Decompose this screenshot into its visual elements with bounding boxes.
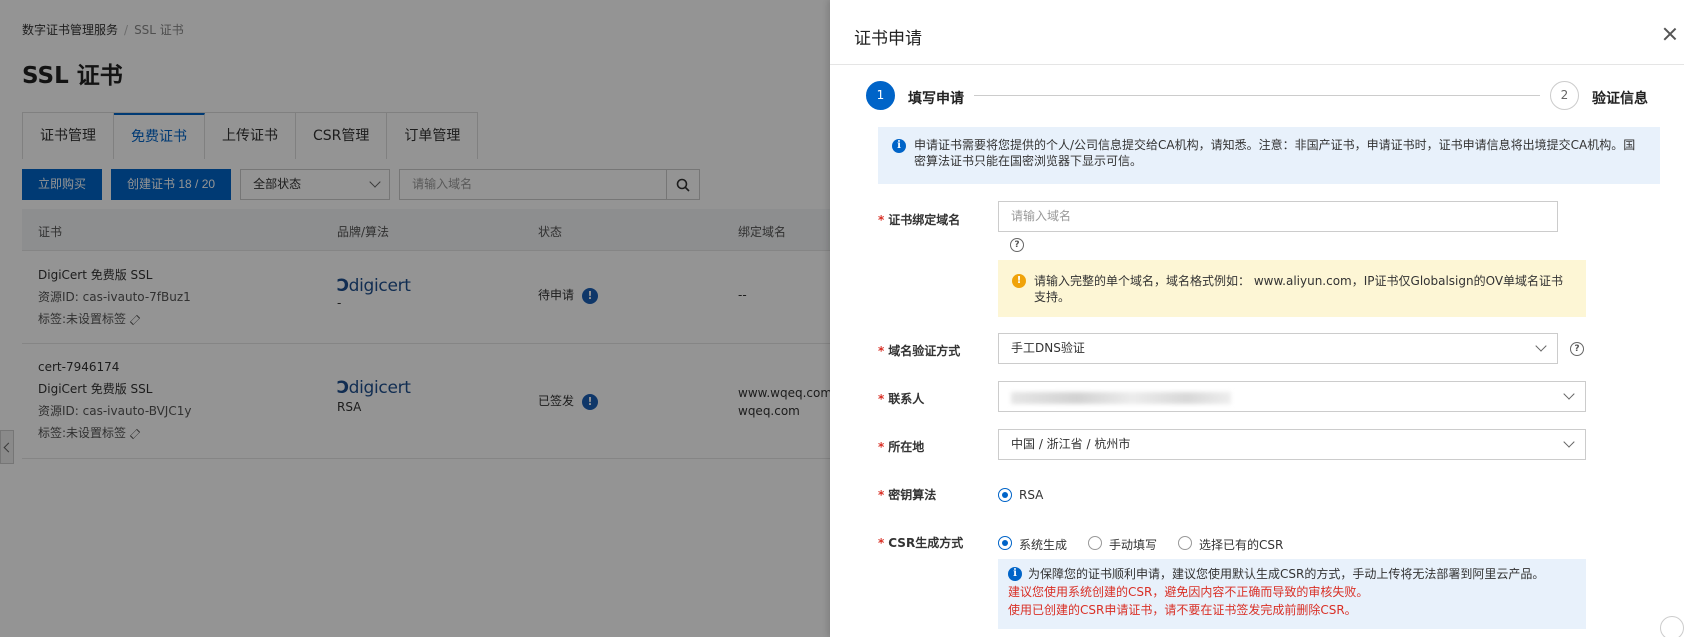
verify-method-label: * 域名验证方式 — [878, 344, 961, 358]
csr-warning-1: 建议您使用系统创建的CSR，避免因内容不正确而导致的审核失败。 — [1008, 585, 1369, 599]
feedback-icon[interactable] — [1660, 616, 1684, 637]
help-icon[interactable]: ? — [1570, 342, 1584, 356]
radio-csr-existing-label: 选择已有的CSR — [1199, 538, 1284, 552]
radio-csr-existing[interactable] — [1178, 536, 1192, 550]
notice-text: 申请证书需要将您提供的个人/公司信息提交给CA机构，请知悉。注意：非国产证书，申… — [914, 138, 1636, 168]
location-label: * 所在地 — [878, 440, 925, 454]
domain-label: * 证书绑定域名 — [878, 213, 961, 227]
step-connector — [974, 95, 1540, 96]
info-icon: i — [892, 139, 906, 153]
step-1-circle: 1 — [866, 81, 895, 110]
location-select[interactable]: 中国 / 浙江省 / 杭州市 — [998, 429, 1586, 460]
csr-info-line: i 为保障您的证书顺利申请，建议您使用默认生成CSR的方式，手动上传将无法部署到… — [1008, 565, 1572, 583]
cert-apply-drawer: 证书申请 1 填写申请 2 验证信息 i 申请证书需要将您提供的个人/公司信息提… — [830, 0, 1684, 637]
csr-info-text: 为保障您的证书顺利申请，建议您使用默认生成CSR的方式，手动上传将无法部署到阿里… — [1028, 567, 1545, 581]
step-1-label: 填写申请 — [908, 91, 964, 107]
radio-csr-system[interactable] — [998, 536, 1012, 550]
close-icon[interactable] — [1662, 26, 1678, 42]
location-value: 中国 / 浙江省 / 杭州市 — [1011, 437, 1131, 451]
chevron-down-icon — [1535, 340, 1547, 352]
verify-method-select[interactable]: 手工DNS验证 — [998, 333, 1558, 364]
chevron-down-icon — [1563, 436, 1575, 448]
verify-method-value: 手工DNS验证 — [1011, 341, 1085, 355]
info-notice: i 申请证书需要将您提供的个人/公司信息提交给CA机构，请知悉。注意：非国产证书… — [878, 127, 1660, 184]
domain-input[interactable]: 请输入域名 — [998, 201, 1558, 232]
info-icon: i — [1008, 567, 1022, 581]
step-2-circle: 2 — [1550, 81, 1579, 110]
redacted-contact — [1011, 392, 1231, 404]
domain-hint-text: 请输入完整的单个域名，域名格式例如： www.aliyun.com，IP证书仅G… — [1034, 274, 1564, 304]
domain-hint: ! 请输入完整的单个域名，域名格式例如： www.aliyun.com，IP证书… — [998, 260, 1586, 317]
contact-label: * 联系人 — [878, 392, 925, 406]
radio-rsa[interactable] — [998, 488, 1012, 502]
warning-icon: ! — [1012, 274, 1026, 288]
chevron-down-icon — [1563, 388, 1575, 400]
radio-csr-manual-label: 手动填写 — [1109, 538, 1158, 552]
divider — [830, 64, 1684, 65]
key-algo-label: * 密钥算法 — [878, 488, 937, 502]
step-2-label: 验证信息 — [1592, 91, 1648, 107]
help-icon[interactable]: ? — [1010, 238, 1024, 252]
radio-csr-manual[interactable] — [1088, 536, 1102, 550]
contact-select[interactable] — [998, 381, 1586, 412]
csr-method-label: * CSR生成方式 — [878, 536, 964, 550]
csr-warning-2: 使用已创建的CSR申请证书，请不要在证书签发完成前删除CSR。 — [1008, 603, 1357, 617]
csr-info-box: i 为保障您的证书顺利申请，建议您使用默认生成CSR的方式，手动上传将无法部署到… — [998, 559, 1586, 629]
modal-overlay[interactable] — [0, 0, 830, 637]
radio-rsa-label: RSA — [1019, 488, 1044, 502]
step-indicator: 1 填写申请 2 验证信息 — [866, 81, 1656, 111]
radio-csr-system-label: 系统生成 — [1019, 538, 1068, 552]
drawer-title: 证书申请 — [854, 29, 922, 49]
